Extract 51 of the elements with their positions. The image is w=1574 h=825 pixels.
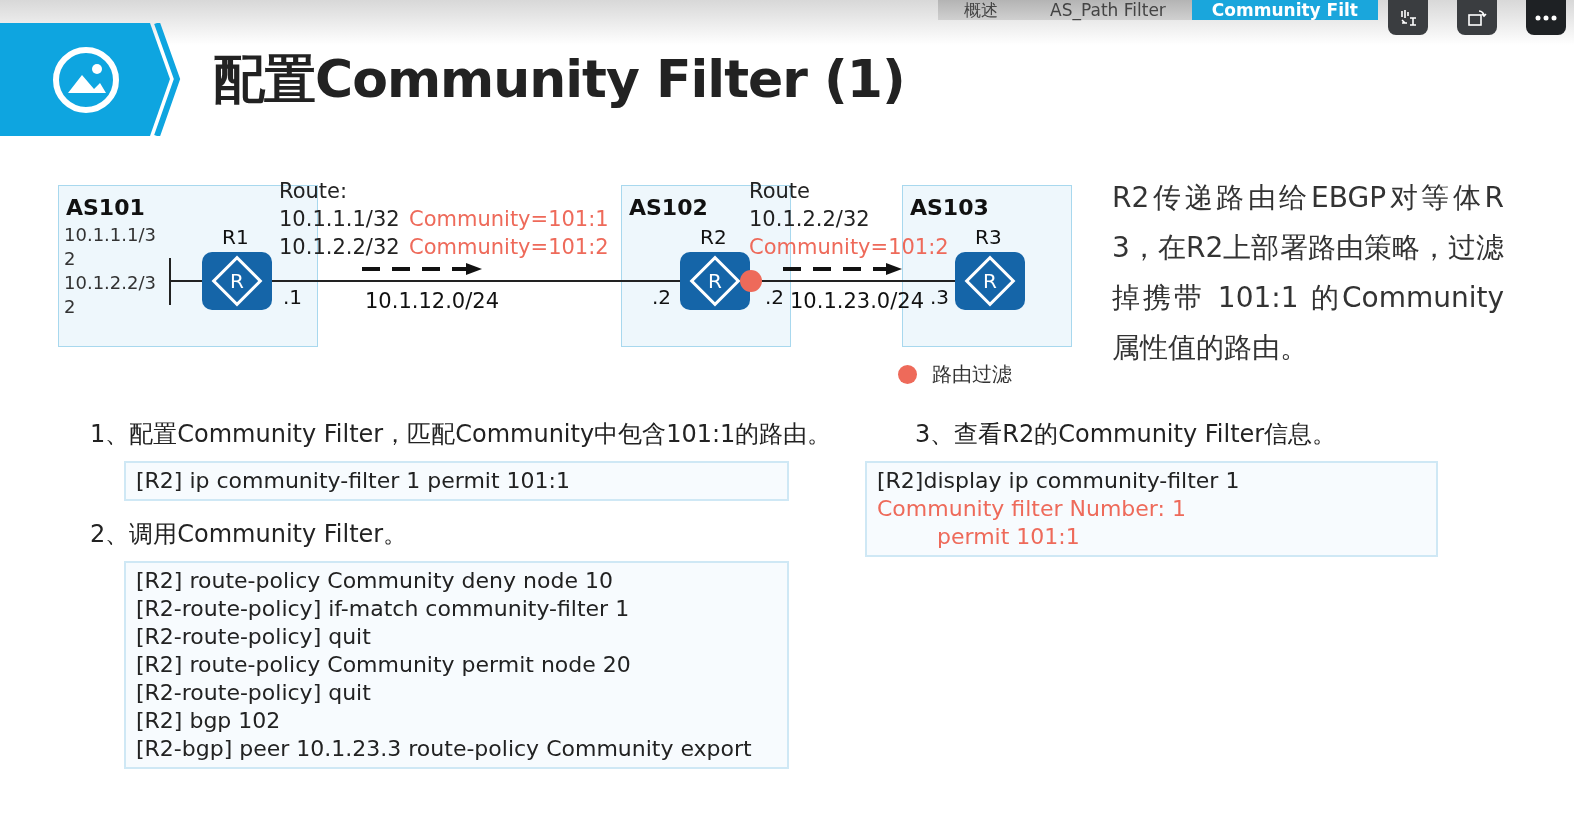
breadcrumb-tab[interactable]: Community Filt [1191, 0, 1378, 20]
breadcrumb-tab[interactable]: AS_Path Filter [1024, 0, 1192, 20]
route-heading: Route: [279, 178, 348, 205]
more-button[interactable] [1526, 0, 1566, 35]
translate-icon [1399, 8, 1417, 27]
route-prefix: 10.1.1.1/32 [279, 206, 400, 233]
as-label: AS103 [910, 195, 989, 221]
route-prefix: 10.1.2.2/32 [279, 234, 400, 261]
router-icon: R [202, 252, 272, 310]
ip-label: .2 [765, 285, 785, 309]
more-icon [1535, 14, 1557, 21]
command-line: [R2-route-policy] quit [136, 623, 372, 651]
command-line: [R2] bgp 102 [136, 707, 282, 735]
output-line: Community filter Number: 1 [877, 495, 1187, 523]
router-icon: R [955, 252, 1025, 310]
description-text: R2传递路由给EBGP对等体R3，在R2上部署路由策略，过滤掉携带 101:1 的Community属性值的路由。 [1112, 180, 1504, 366]
command-line: [R2] route-policy Community deny node 10 [136, 567, 614, 595]
ip-label: .3 [930, 285, 950, 309]
step-heading: 2、调用Community Filter。 [90, 519, 409, 549]
ip-label: .1 [283, 285, 303, 309]
legend-label: 路由过滤 [932, 362, 1012, 386]
rotate-icon [1467, 8, 1487, 27]
command-line: [R2]display ip community-filter 1 [877, 467, 1241, 495]
ip-label: .2 [652, 285, 672, 309]
route-heading: Route [749, 178, 810, 205]
network-label: 10.1.23.0/24 [790, 289, 924, 313]
command-line: [R2-route-policy] quit [136, 679, 372, 707]
command-line: [R2-bgp] peer 10.1.23.3 route-policy Community export [136, 735, 753, 763]
network-label: 10.1.12.0/24 [365, 289, 499, 313]
router-label: R2 [700, 225, 727, 249]
community-text: Community=101:1 [409, 206, 609, 233]
prefix-text: 10.1.1.1/32 [64, 223, 157, 271]
command-line: [R2-route-policy] if-match community-filter 1 [136, 595, 631, 623]
slide-title: 配置Community Filter (1) [213, 48, 905, 111]
route-prefix: 10.1.2.2/32 [749, 206, 870, 233]
rotate-button[interactable] [1457, 0, 1497, 35]
prefix-text: 10.1.2.2/32 [64, 271, 157, 319]
step-heading: 1、配置Community Filter，匹配Community中包含101:1的路由。 [90, 419, 825, 449]
router-icon: R [680, 252, 750, 310]
router-label: R3 [975, 225, 1002, 249]
community-text: Community=101:2 [749, 234, 949, 261]
subtitle-button[interactable] [1388, 0, 1428, 35]
community-text: Community=101:2 [409, 234, 609, 261]
breadcrumb-tab[interactable]: 概述 [938, 0, 1025, 20]
step-heading: 3、查看R2的Community Filter信息。 [915, 419, 1338, 449]
router-label: R1 [222, 225, 249, 249]
command-line: [R2] ip community-filter 1 permit 101:1 [136, 467, 571, 495]
as-label: AS101 [66, 195, 145, 221]
output-line: permit 101:1 [936, 523, 1081, 551]
as-label: AS102 [629, 195, 708, 221]
command-line: [R2] route-policy Community permit node 20 [136, 651, 632, 679]
